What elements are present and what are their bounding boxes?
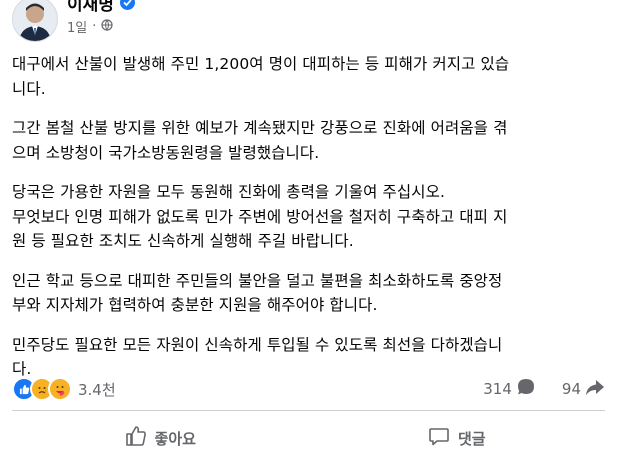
post-header: 이재명 1일 · bbox=[0, 0, 617, 48]
reaction-summary[interactable]: 3.4천 bbox=[12, 377, 116, 401]
share-count-link[interactable]: 94 bbox=[562, 377, 605, 401]
comment-button-label: 댓글 bbox=[457, 429, 486, 448]
post-meta: 1일 · bbox=[67, 17, 113, 36]
post-paragraph: 당국은 가용한 자원을 모두 동원해 진화에 총력을 기울여 주십시오. 무엇보… bbox=[12, 183, 508, 250]
engagement-stats: 314 94 bbox=[483, 377, 605, 401]
comment-icon bbox=[428, 425, 450, 451]
author-name-row: 이재명 bbox=[67, 0, 135, 15]
post-paragraph: 인근 학교 등으로 대피한 주민들의 불안을 덜고 불편을 최소화하도록 중앙정… bbox=[12, 271, 503, 315]
divider bbox=[12, 410, 605, 411]
reaction-count[interactable]: 3.4천 bbox=[78, 379, 116, 400]
verified-badge-icon bbox=[119, 0, 135, 10]
comment-bubble-icon bbox=[516, 377, 536, 401]
comment-button[interactable]: 댓글 bbox=[309, 420, 606, 456]
post-body: 대구에서 산불이 발생해 주민 1,200여 명이 대피하는 등 피해가 커지고… bbox=[12, 52, 605, 397]
post-time[interactable]: 1일 bbox=[67, 17, 87, 36]
care-icon bbox=[48, 377, 72, 401]
author-avatar[interactable] bbox=[12, 0, 58, 42]
reactions-bar: 3.4천 314 94 bbox=[12, 376, 605, 402]
comment-count: 314 bbox=[483, 380, 512, 398]
comment-count-link[interactable]: 314 bbox=[483, 377, 536, 401]
thumbs-up-icon bbox=[125, 425, 147, 451]
share-arrow-icon bbox=[585, 377, 605, 401]
author-name[interactable]: 이재명 bbox=[67, 0, 114, 15]
like-button-label: 좋아요 bbox=[154, 429, 196, 448]
dot-separator: · bbox=[92, 19, 97, 34]
action-bar: 좋아요 댓글 bbox=[12, 420, 605, 456]
post-paragraph: 대구에서 산불이 발생해 주민 1,200여 명이 대피하는 등 피해가 커지고… bbox=[12, 55, 510, 98]
post-paragraph: 그간 봄철 산불 방지를 위한 예보가 계속됐지만 강풍으로 진화에 어려움을 … bbox=[12, 119, 508, 162]
like-button[interactable]: 좋아요 bbox=[12, 420, 309, 456]
post-paragraph: 민주당도 필요한 모든 자원이 신속하게 투입될 수 있도록 최선을 다하겠습니… bbox=[12, 335, 503, 379]
share-count: 94 bbox=[561, 380, 581, 398]
globe-icon bbox=[101, 18, 113, 35]
